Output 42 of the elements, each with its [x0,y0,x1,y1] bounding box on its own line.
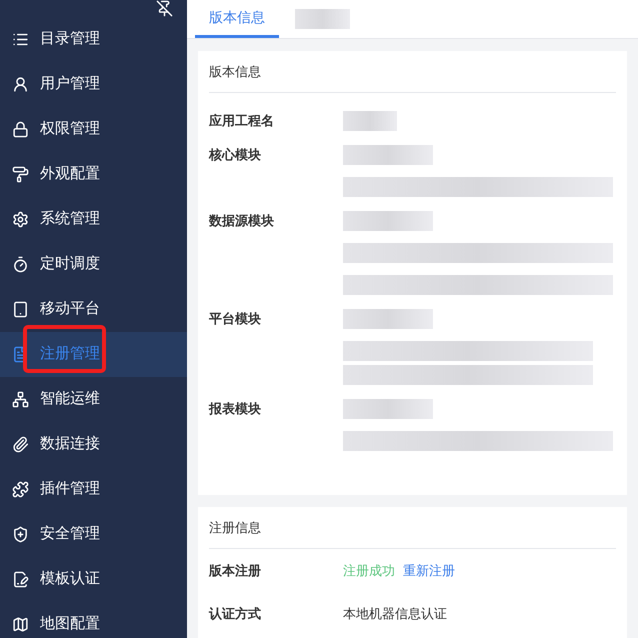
sidebar-item[interactable]: 外观配置 [0,152,187,197]
sidebar-item[interactable]: 智能运维 [0,377,187,422]
puzzle-icon [12,481,29,498]
field-label: 数据源模块 [209,212,275,230]
gear-icon [12,211,29,228]
tablet-icon [12,301,29,318]
document-pen-icon [12,571,29,588]
field-label: 核心模块 [209,146,262,164]
field-label: 认证方式 [209,604,262,623]
status-text: 注册成功 [343,562,395,580]
lock-icon [12,121,29,138]
sidebar-item[interactable]: 移动平台 [0,287,187,332]
paperclip-icon [12,436,29,453]
sidebar-item[interactable]: 插件管理 [0,467,187,512]
field-value: 本地机器信息认证 [343,604,447,623]
paint-roller-icon [12,166,29,183]
sidebar-item[interactable]: 用户管理 [0,62,187,107]
tab[interactable]: 版本信息 [195,0,279,38]
network-icon [12,391,29,408]
field-label: 平台模块 [209,310,262,328]
timer-icon [12,256,29,273]
sidebar-item[interactable]: 系统管理 [0,197,187,242]
re-register-link[interactable]: 重新注册 [403,560,455,580]
sidebar-item[interactable]: 安全管理 [0,512,187,557]
unpin-icon[interactable] [156,0,173,17]
sidebar-item[interactable]: 权限管理 [0,107,187,152]
field-label: 报表模块 [209,400,262,418]
user-icon [12,76,29,93]
card-title: 注册信息 [209,507,616,549]
list-icon [12,31,29,48]
sidebar-item[interactable]: 定时调度 [0,242,187,287]
field-label: 版本注册 [209,562,262,580]
field-label: 应用工程名 [209,112,275,130]
sidebar-item[interactable]: 地图配置 [0,602,187,638]
map-icon [12,616,29,633]
sidebar-item[interactable]: 模板认证 [0,557,187,602]
sidebar-item[interactable]: 目录管理 [0,17,187,62]
blurred-block [343,111,397,131]
blurred-block [295,9,350,29]
sidebar-item[interactable]: 数据连接 [0,422,187,467]
card-title: 版本信息 [209,51,616,93]
shield-plus-icon [12,526,29,543]
